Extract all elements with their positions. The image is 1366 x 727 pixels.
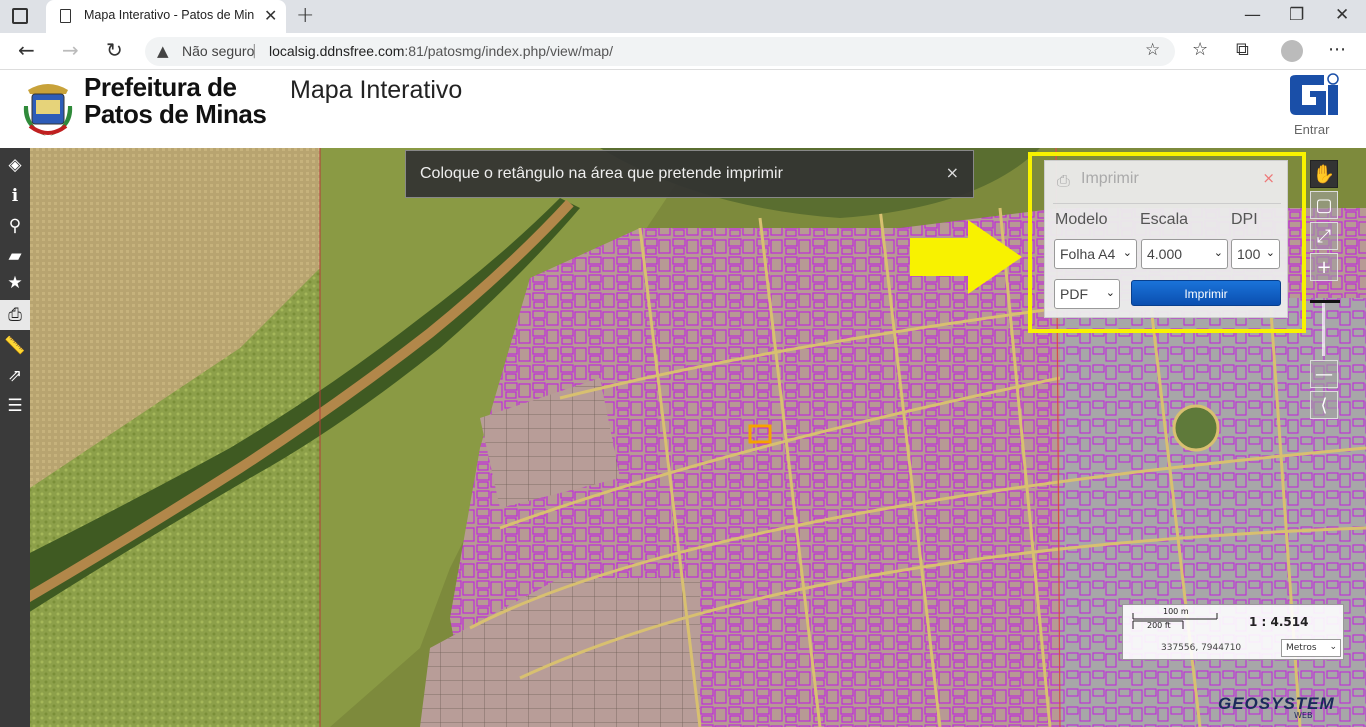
collections-icon[interactable]: ⧉: [1236, 39, 1249, 60]
new-tab-icon[interactable]: +: [296, 3, 314, 28]
page-icon: [60, 9, 71, 23]
collapse-icon[interactable]: ⟨: [1310, 391, 1338, 419]
tab-title: Mapa Interativo - Patos de Minas: [84, 8, 254, 22]
city-crest-icon: [23, 84, 73, 136]
app-header: Prefeitura de Patos de Minas Mapa Intera…: [0, 70, 1366, 148]
address-bar-row: ← → ↻ ▲ Não seguro | localsig.ddnsfree.c…: [0, 33, 1366, 70]
model-select[interactable]: Folha A4 ⌄: [1054, 239, 1137, 269]
search-icon[interactable]: ⚲: [0, 211, 30, 241]
share-icon[interactable]: ⇗: [0, 361, 30, 391]
star-icon[interactable]: ★: [0, 268, 30, 298]
format-select[interactable]: PDF ⌄: [1054, 279, 1120, 309]
gi-logo-icon[interactable]: [1288, 73, 1340, 117]
divider: [1053, 203, 1281, 204]
measure-icon[interactable]: 📏: [0, 331, 30, 361]
print-panel-close-icon[interactable]: ×: [1262, 169, 1275, 187]
favorites-icon[interactable]: ☆: [1192, 39, 1208, 60]
profile-avatar[interactable]: [1281, 40, 1303, 62]
window-close-icon[interactable]: ✕: [1335, 5, 1349, 25]
scale-select[interactable]: 4.000 ⌄: [1141, 239, 1228, 269]
scale-bar-imperial: 200 ft: [1147, 621, 1171, 630]
hint-close-icon[interactable]: ×: [946, 163, 959, 182]
map-toolbar: ◈ i ⚲ ▰ ★ ⎙ 📏 ⇗ ☰: [0, 148, 30, 727]
back-icon[interactable]: ←: [18, 38, 35, 62]
print-button[interactable]: Imprimir: [1131, 280, 1281, 306]
scale-panel: 100 m 200 ft 1 : 4.514 337556, 7944710 M…: [1122, 604, 1344, 660]
chevron-down-icon: ⌄: [1265, 247, 1275, 259]
layers-icon[interactable]: ◈: [0, 150, 30, 180]
geosystem-logo: GEOSYSTEM: [1218, 694, 1335, 713]
login-link[interactable]: Entrar: [1294, 122, 1329, 137]
scale-label: Escala: [1140, 211, 1189, 228]
add-favorite-icon[interactable]: ☆: [1145, 40, 1160, 60]
page-title: Mapa Interativo: [290, 76, 463, 104]
hint-text: Coloque o retângulo na área que pretende…: [420, 165, 783, 182]
print-icon[interactable]: ⎙: [0, 300, 30, 330]
pan-hand-icon[interactable]: ✋: [1310, 160, 1338, 188]
annotation-arrow-icon: [910, 220, 1022, 294]
model-label: Modelo: [1055, 211, 1108, 228]
reload-icon[interactable]: ↻: [106, 38, 123, 62]
security-status: Não seguro: [182, 43, 255, 59]
tab-actions-icon[interactable]: [12, 8, 28, 24]
url-text: localsig.ddnsfree.com:81/patosmg/index.p…: [269, 43, 613, 59]
dpi-label: DPI: [1231, 211, 1258, 228]
forward-icon[interactable]: →: [62, 38, 79, 62]
dpi-select[interactable]: 100 ⌄: [1231, 239, 1280, 269]
url-field[interactable]: ▲ Não seguro | localsig.ddnsfree.com:81/…: [145, 37, 1175, 66]
cursor-coordinates: 337556, 7944710: [1161, 643, 1242, 653]
chevron-down-icon: ⌄: [1329, 642, 1337, 652]
zoom-slider-track[interactable]: [1322, 300, 1325, 356]
restore-icon[interactable]: ❐: [1289, 5, 1304, 25]
more-icon[interactable]: ⋯: [1328, 39, 1346, 60]
zoom-out-icon[interactable]: —: [1310, 360, 1338, 388]
chevron-down-icon: ⌄: [1105, 287, 1115, 299]
zoom-box-icon[interactable]: ▢: [1310, 191, 1338, 219]
org-name: Prefeitura de Patos de Minas: [84, 72, 267, 129]
browser-tab-bar: Mapa Interativo - Patos de Minas ✕ + — ❐…: [0, 0, 1366, 33]
zoom-extent-icon[interactable]: ⤢: [1310, 222, 1338, 250]
zoom-in-icon[interactable]: +: [1310, 253, 1338, 281]
chevron-down-icon: ⌄: [1122, 247, 1132, 259]
scale-ratio: 1 : 4.514: [1249, 615, 1309, 629]
zoom-slider-handle[interactable]: [1310, 300, 1340, 303]
print-panel-title: Imprimir: [1081, 170, 1139, 187]
printer-icon: ⎙: [1057, 171, 1070, 190]
chevron-down-icon: ⌄: [1213, 247, 1223, 259]
comment-icon[interactable]: ▰: [0, 241, 30, 271]
print-hint-message: Coloque o retângulo na área que pretende…: [405, 150, 974, 198]
browser-tab[interactable]: Mapa Interativo - Patos de Minas ✕: [46, 0, 286, 33]
scale-bar-metric: 100 m: [1163, 607, 1189, 616]
units-select[interactable]: Metros ⌄: [1281, 639, 1341, 657]
list-icon[interactable]: ☰: [0, 391, 30, 421]
tab-close-icon[interactable]: ✕: [264, 6, 277, 25]
info-icon[interactable]: i: [0, 181, 30, 211]
geosystem-web-label: WEB: [1294, 711, 1313, 720]
print-panel: ⎙ Imprimir × Modelo Escala DPI Folha A4 ⌄…: [1044, 160, 1288, 318]
warning-icon: ▲: [157, 42, 169, 60]
minimize-icon[interactable]: —: [1244, 5, 1261, 25]
url-separator: |: [252, 43, 257, 59]
